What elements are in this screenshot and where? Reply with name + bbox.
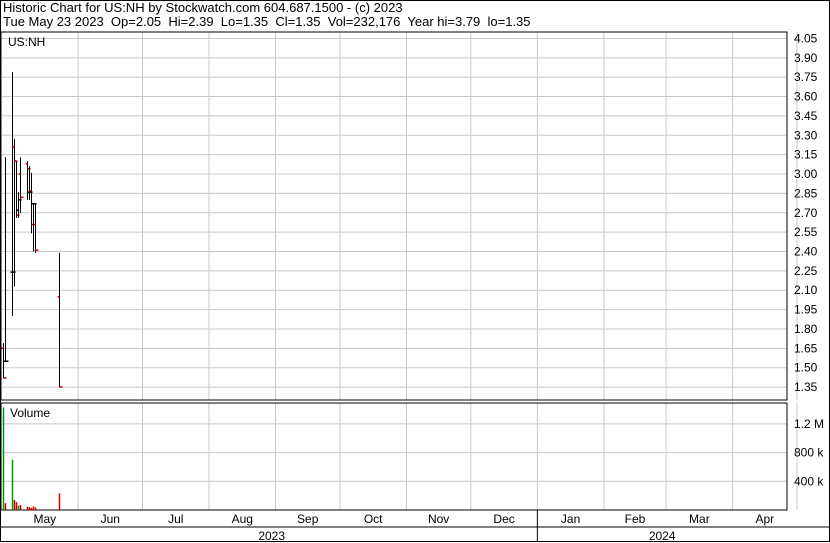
price-tick-label: 3.15 (794, 148, 818, 162)
price-tick-label: 3.00 (794, 167, 818, 181)
month-tick-label: Oct (364, 512, 383, 526)
price-tick-label: 3.90 (794, 51, 818, 65)
month-tick-label: Aug (232, 512, 253, 526)
volume-panel-frame (0, 402, 788, 511)
year-label: 2024 (649, 529, 676, 543)
price-panel-title: US:NH (8, 35, 45, 49)
price-tick-label: 2.40 (794, 245, 818, 259)
volume-tick-label: 800 k (794, 446, 824, 460)
price-tick-label: 2.55 (794, 225, 818, 239)
month-tick-label: Dec (493, 512, 514, 526)
stock-chart: 4.05 3.90 3.75 3.60 3.45 3.30 3.15 3.00 2.85 2.70… (0, 0, 830, 543)
volume-panel-title: Volume (10, 406, 50, 420)
price-panel-frame (0, 31, 788, 401)
month-tick-label: Nov (428, 512, 449, 526)
month-tick-label: Feb (625, 512, 646, 526)
price-tick-label: 3.75 (794, 70, 818, 84)
price-tick-label: 3.30 (794, 128, 818, 142)
volume-tick-label: 1.2 M (794, 417, 824, 431)
month-tick-label: Apr (755, 512, 774, 526)
month-tick-label: Jun (101, 512, 120, 526)
price-tick-label: 2.70 (794, 206, 818, 220)
price-tick-label: 1.95 (794, 303, 818, 317)
price-tick-label: 3.60 (794, 90, 818, 104)
month-tick-label: Sep (297, 512, 319, 526)
price-tick-label: 1.50 (794, 361, 818, 375)
price-tick-label: 1.80 (794, 322, 818, 336)
month-tick-label: Mar (689, 512, 710, 526)
price-tick-label: 1.65 (794, 341, 818, 355)
volume-tick-label: 400 k (794, 474, 824, 488)
price-tick-label: 2.25 (794, 264, 818, 278)
month-tick-label: Jul (168, 512, 183, 526)
price-tick-label: 3.45 (794, 109, 818, 123)
price-tick-label: 1.35 (794, 380, 818, 394)
price-tick-label: 2.10 (794, 283, 818, 297)
month-tick-label: May (34, 512, 57, 526)
year-label: 2023 (258, 529, 285, 543)
price-tick-label: 2.85 (794, 186, 818, 200)
price-tick-label: 4.05 (794, 31, 818, 45)
month-tick-label: Jan (561, 512, 580, 526)
